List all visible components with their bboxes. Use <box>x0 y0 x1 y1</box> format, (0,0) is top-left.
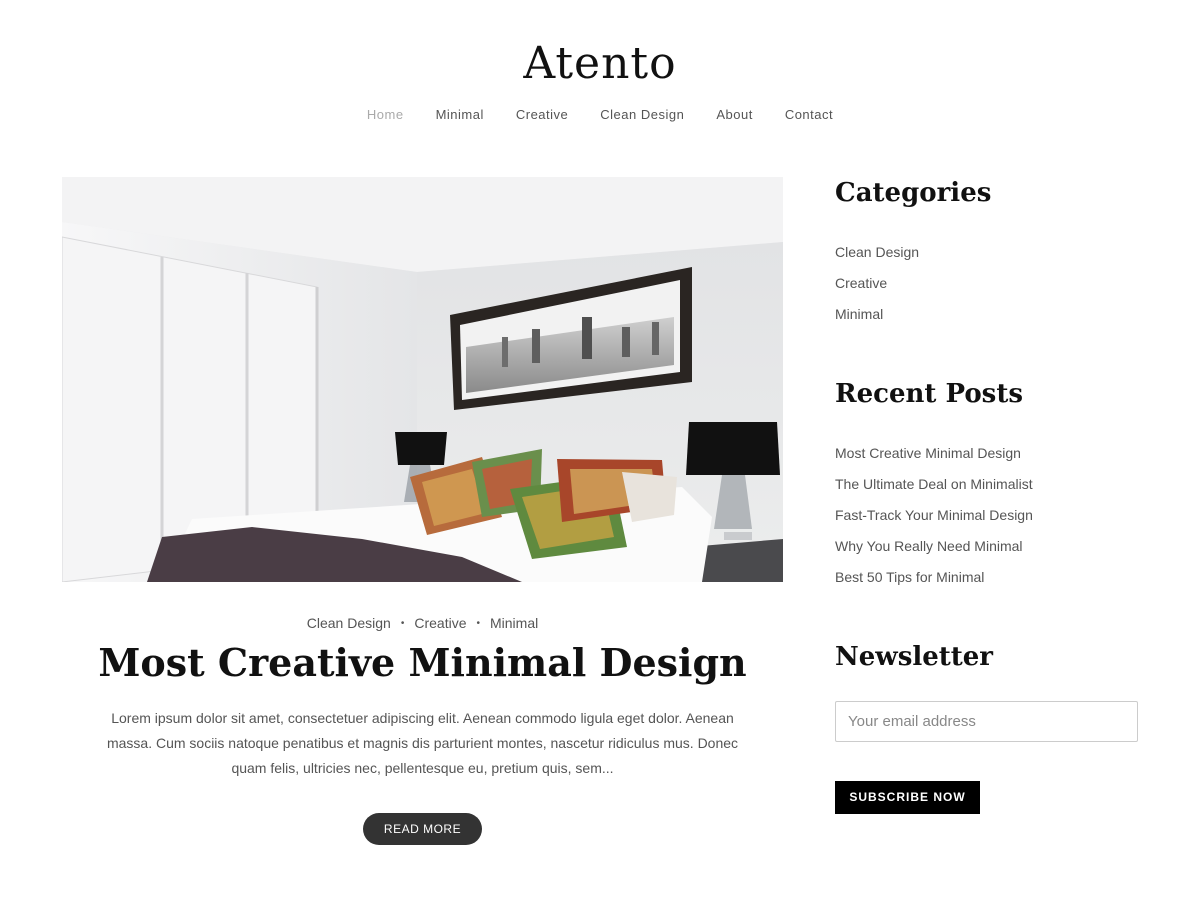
post-category-link[interactable]: Clean Design <box>307 615 391 631</box>
recent-post-link[interactable]: Fast-Track Your Minimal Design <box>835 507 1033 538</box>
recent-post-link[interactable]: Why You Really Need Minimal <box>835 538 1033 569</box>
post-featured-image[interactable] <box>62 177 783 582</box>
read-more-button[interactable]: READ MORE <box>363 813 482 845</box>
subscribe-button[interactable]: SUBSCRIBE NOW <box>835 781 980 814</box>
main-nav: Home Minimal Creative Clean Design About… <box>0 107 1200 122</box>
recent-post-link[interactable]: The Ultimate Deal on Minimalist <box>835 476 1033 507</box>
post-title[interactable]: Most Creative Minimal Design <box>62 640 783 685</box>
nav-item-contact[interactable]: Contact <box>785 107 833 122</box>
nav-item-clean-design[interactable]: Clean Design <box>600 107 684 122</box>
nav-item-creative[interactable]: Creative <box>516 107 568 122</box>
recent-posts-widget-title: Recent Posts <box>835 379 1023 409</box>
separator-dot: • <box>400 617 405 629</box>
newsletter-widget-title: Newsletter <box>835 642 994 672</box>
post-excerpt: Lorem ipsum dolor sit amet, consectetuer… <box>106 710 739 776</box>
bedroom-photo <box>62 177 783 582</box>
separator-dot: • <box>476 617 480 629</box>
post-category-link[interactable]: Creative <box>414 615 466 631</box>
recent-post-link[interactable]: Best 50 Tips for Minimal <box>835 569 1033 600</box>
category-link[interactable]: Clean Design <box>835 244 919 275</box>
category-link[interactable]: Creative <box>835 275 919 306</box>
newsletter-email-input[interactable] <box>835 701 1138 742</box>
site-title[interactable]: Atento <box>0 38 1200 89</box>
nav-item-home[interactable]: Home <box>367 107 404 122</box>
post-category-link[interactable]: Minimal <box>490 615 538 631</box>
recent-posts-list: Most Creative Minimal Design The Ultimat… <box>835 445 1033 600</box>
category-link[interactable]: Minimal <box>835 306 919 337</box>
nav-item-about[interactable]: About <box>716 107 752 122</box>
categories-widget-title: Categories <box>835 178 992 208</box>
post-categories: Clean Design • Creative • Minimal <box>62 615 783 631</box>
nav-item-minimal[interactable]: Minimal <box>436 107 484 122</box>
recent-post-link[interactable]: Most Creative Minimal Design <box>835 445 1033 476</box>
categories-list: Clean Design Creative Minimal <box>835 244 919 337</box>
